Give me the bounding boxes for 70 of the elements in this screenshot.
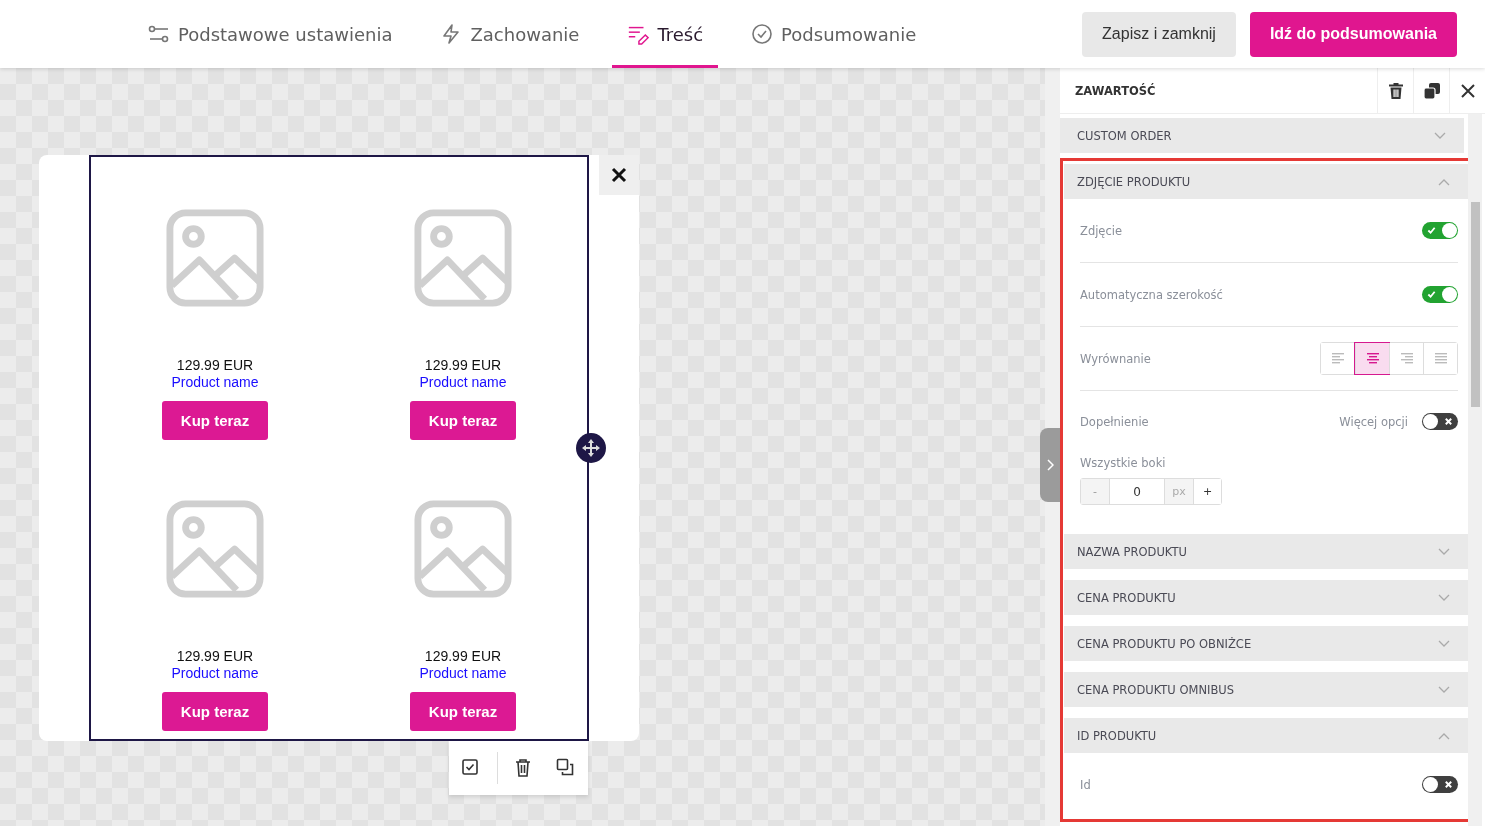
- buy-button[interactable]: Kup teraz: [410, 401, 516, 440]
- chevron-down-icon: [1438, 685, 1450, 694]
- chevron-down-icon: [1438, 593, 1450, 602]
- section-header[interactable]: CENA PRODUKTU PO OBNIŻCE: [1064, 626, 1468, 661]
- move-handle[interactable]: [576, 433, 606, 463]
- setting-label: Zdjęcie: [1080, 223, 1123, 238]
- product-price: 129.99 EUR: [176, 357, 254, 374]
- section-header[interactable]: CUSTOM ORDER: [1060, 118, 1464, 153]
- section-header[interactable]: NAZWA PRODUKTU: [1064, 534, 1468, 569]
- unit-label: px: [1165, 479, 1193, 504]
- section-header[interactable]: ID PRODUKTU: [1064, 718, 1468, 753]
- align-center-icon: [1366, 353, 1379, 364]
- toggle-switch[interactable]: [1422, 776, 1458, 793]
- increment-button[interactable]: +: [1193, 479, 1221, 504]
- setting-label: Wszystkie boki: [1080, 456, 1167, 470]
- align-right-icon: [1400, 353, 1413, 364]
- product-name: Product name: [171, 374, 259, 391]
- summary-button[interactable]: Idź do podsumowania: [1249, 11, 1457, 57]
- section-header[interactable]: CENA PRODUKTU OMNIBUS: [1064, 672, 1468, 707]
- product-name: Product name: [419, 374, 507, 391]
- scrollbar-thumb[interactable]: [1471, 202, 1480, 407]
- setting-label: Dopełnienie: [1080, 414, 1149, 429]
- chevron-down-icon: [1434, 131, 1446, 140]
- sliders-icon: [148, 23, 170, 45]
- close-icon: [611, 167, 627, 183]
- section-header[interactable]: ZDJĘCIE PRODUKTU: [1064, 164, 1468, 199]
- more-options-label: Więcej opcji: [1339, 414, 1408, 429]
- check-circle-icon: [751, 23, 774, 45]
- image-placeholder-icon: [166, 209, 264, 307]
- toggle-switch[interactable]: [1422, 222, 1458, 239]
- image-placeholder-icon: [166, 500, 264, 598]
- tab[interactable]: Zachowanie: [425, 0, 595, 68]
- chevron-down-icon: [1438, 547, 1450, 556]
- chevron-up-icon: [1438, 731, 1450, 740]
- setting-label: Id: [1080, 777, 1091, 792]
- buy-button[interactable]: Kup teraz: [162, 692, 268, 731]
- align-justify-icon: [1434, 353, 1447, 364]
- panel-title: ZAWARTOŚĆ: [1074, 83, 1157, 98]
- product-name: Product name: [419, 665, 507, 682]
- image-placeholder-icon: [414, 209, 512, 307]
- tab[interactable]: Podsumowanie: [736, 0, 932, 68]
- align-option[interactable]: [1355, 343, 1389, 374]
- product-price: 129.99 EUR: [424, 648, 502, 665]
- align-left-icon: [1332, 353, 1344, 364]
- padding-input[interactable]: 0: [1109, 479, 1165, 504]
- product-name: Product name: [171, 665, 259, 682]
- padding-stepper[interactable]: - 0 px +: [1080, 478, 1222, 505]
- image-placeholder-icon: [414, 500, 512, 598]
- close-icon: [1444, 780, 1453, 789]
- duplicate-icon[interactable]: [556, 758, 576, 778]
- toggle-switch[interactable]: [1422, 413, 1458, 430]
- tab[interactable]: Podstawowe ustawienia: [148, 0, 408, 68]
- product-price: 129.99 EUR: [424, 357, 502, 374]
- chevron-down-icon: [1438, 639, 1450, 648]
- selected-product-block[interactable]: 129.99 EUR Product name Kup teraz 129.99 EUR Product name Kup teraz 129.99 EUR Product name Kup teraz 129.99 EUR Product name Kup teraz: [89, 155, 589, 741]
- toggle-switch[interactable]: [1422, 286, 1458, 303]
- product-price: 129.99 EUR: [176, 648, 254, 665]
- buy-button[interactable]: Kup teraz: [162, 401, 268, 440]
- setting-label: Wyrównanie: [1080, 351, 1151, 366]
- check-icon: [1427, 226, 1436, 235]
- close-icon: [1444, 417, 1453, 426]
- checkbox-icon[interactable]: [461, 758, 481, 778]
- buy-button[interactable]: Kup teraz: [410, 692, 516, 731]
- save-close-button[interactable]: Zapisz i zamknij: [1082, 11, 1236, 57]
- setting-label: Automatyczna szerokość: [1080, 287, 1223, 302]
- section-header[interactable]: CENA PRODUKTU: [1064, 580, 1468, 615]
- chevron-right-icon: [1046, 459, 1054, 471]
- check-icon: [1427, 290, 1436, 299]
- close-button[interactable]: [599, 155, 639, 195]
- chevron-up-icon: [1438, 177, 1450, 186]
